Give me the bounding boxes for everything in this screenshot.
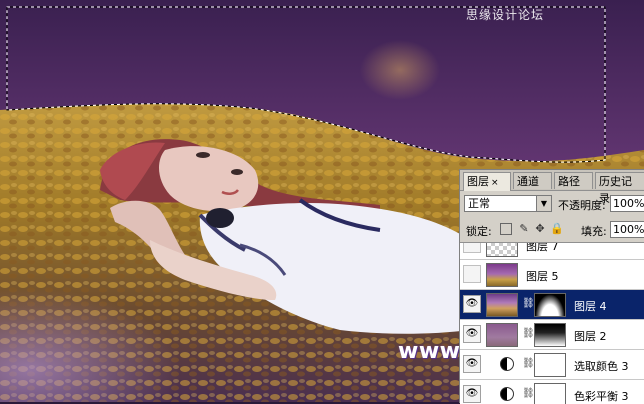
chain-icon[interactable]: ⛓	[522, 328, 535, 339]
chain-icon[interactable]: ⛓	[522, 298, 535, 309]
chevron-down-icon[interactable]: ▼	[536, 196, 551, 211]
visibility-toggle[interactable]	[463, 265, 481, 283]
tab-layers[interactable]: 图层 ×	[463, 172, 511, 191]
blend-row: 正常 ▼ 不透明度: 100%	[460, 192, 644, 216]
layers-list: 图层 7 图层 5 👁 ⛓ 图层 4 👁 ⛓ 图层 2 👁 ⛓ 选取颜色 3 👁…	[460, 242, 644, 404]
visibility-toggle[interactable]	[463, 243, 481, 253]
eye-icon[interactable]: 👁	[463, 325, 481, 343]
layer-thumbnail	[486, 243, 518, 257]
layer-row-color-balance[interactable]: 👁 ⛓ 色彩平衡 3	[460, 380, 644, 404]
layer-name: 图层 4	[574, 300, 607, 313]
blend-mode-select[interactable]: 正常 ▼	[464, 195, 552, 212]
eye-icon[interactable]: 👁	[463, 295, 481, 313]
layer-name: 图层 7	[526, 242, 559, 253]
watermark-top: 思缘设计论坛	[465, 8, 544, 22]
fill-label: 填充:	[581, 225, 607, 238]
layer-mask-thumbnail[interactable]	[534, 323, 566, 347]
layer-row-5[interactable]: 图层 5	[460, 260, 644, 290]
adjustment-layer-icon	[500, 357, 514, 371]
lock-transparency-icon[interactable]	[500, 223, 512, 235]
eye-icon[interactable]: 👁	[463, 355, 481, 373]
layer-thumbnail	[486, 293, 518, 317]
layer-row-selective-color[interactable]: 👁 ⛓ 选取颜色 3	[460, 350, 644, 380]
layer-row-4[interactable]: 👁 ⛓ 图层 4	[460, 290, 644, 320]
layer-mask-thumbnail[interactable]	[534, 383, 566, 404]
lock-row: 锁定: ✎ ✥ 🔒 填充: 100%	[460, 220, 644, 240]
chain-icon[interactable]: ⛓	[522, 388, 535, 399]
lock-icon[interactable]: 🔒	[550, 223, 564, 235]
move-icon[interactable]: ✥	[534, 223, 546, 235]
opacity-input[interactable]: 100%	[610, 195, 644, 212]
lock-label: 锁定:	[466, 225, 492, 238]
panel-tabs: 图层 × 通道 路径 历史记录	[460, 170, 644, 205]
close-icon[interactable]: ×	[491, 178, 499, 188]
layer-thumbnail	[486, 263, 518, 287]
adjustment-layer-icon	[500, 387, 514, 401]
layer-name: 图层 5	[526, 270, 559, 283]
layer-thumbnail	[486, 323, 518, 347]
tab-paths[interactable]: 路径	[554, 172, 593, 189]
layer-row-2[interactable]: 👁 ⛓ 图层 2	[460, 320, 644, 350]
layers-panel: 图层 × 通道 路径 历史记录 正常 ▼ 不透明度: 100% 锁定: ✎ ✥ 🔒…	[459, 169, 644, 404]
tab-channels[interactable]: 通道	[513, 172, 552, 189]
blend-mode-value: 正常	[468, 197, 490, 210]
layer-row-7[interactable]: 图层 7	[460, 242, 644, 260]
eye-icon[interactable]: 👁	[463, 385, 481, 403]
layer-mask-thumbnail[interactable]	[534, 293, 566, 317]
fill-input[interactable]: 100%	[610, 221, 644, 238]
layer-name: 选取颜色 3	[574, 360, 629, 373]
layer-name: 图层 2	[574, 330, 607, 343]
layer-mask-thumbnail[interactable]	[534, 353, 566, 377]
tab-layers-label: 图层	[467, 175, 489, 188]
brush-icon[interactable]: ✎	[518, 223, 530, 235]
chain-icon[interactable]: ⛓	[522, 358, 535, 369]
opacity-label: 不透明度:	[558, 199, 606, 212]
tab-history[interactable]: 历史记录	[595, 172, 644, 205]
